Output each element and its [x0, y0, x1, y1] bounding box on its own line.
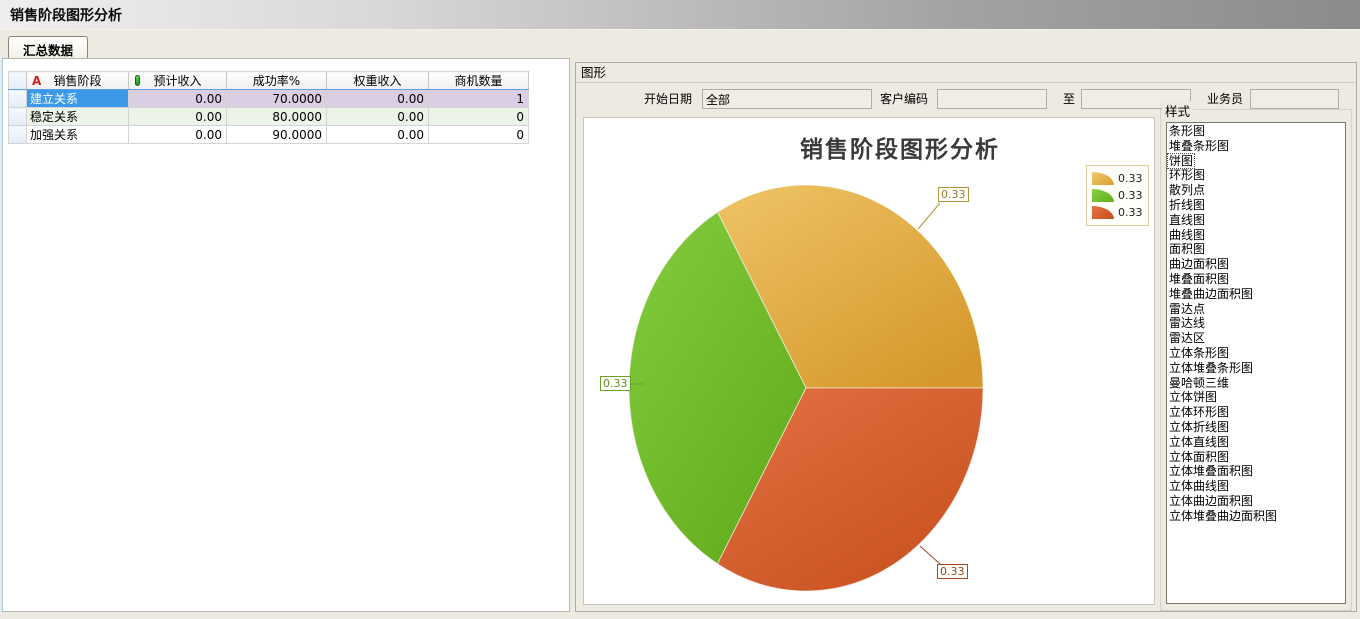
- legend-entry: 0.33: [1092, 204, 1143, 221]
- row-selector-header: [9, 72, 27, 90]
- row-selector-cell[interactable]: [9, 126, 27, 144]
- callout-line-red: [920, 546, 940, 564]
- style-option[interactable]: 曲线图: [1168, 228, 1345, 243]
- column-header-expected-income[interactable]: 预计收入: [129, 72, 227, 90]
- red-a-icon: A: [32, 74, 41, 88]
- cell-weighted-income[interactable]: 0.00: [327, 126, 429, 144]
- legend-entry: 0.33: [1092, 170, 1143, 187]
- style-option[interactable]: 堆叠面积图: [1168, 272, 1345, 287]
- style-panel: 样式 条形图 堆叠条形图 饼图 环形图 散列点 折线图 直线图 曲线图 面积图 …: [1160, 109, 1352, 611]
- style-option[interactable]: 立体曲线图: [1168, 479, 1345, 494]
- chart-legend: 0.33 0.33 0.33: [1086, 165, 1149, 226]
- tab-strip: 汇总数据: [0, 30, 1360, 58]
- salesperson-label: 业务员: [1207, 89, 1243, 109]
- callout-line-orange: [918, 203, 940, 229]
- style-option[interactable]: 立体曲边面积图: [1168, 494, 1345, 509]
- column-header-stage[interactable]: A 销售阶段: [27, 72, 129, 90]
- style-option[interactable]: 雷达线: [1168, 316, 1345, 331]
- column-header-weighted-income[interactable]: 权重收入: [327, 72, 429, 90]
- column-header-opportunity-count[interactable]: 商机数量: [429, 72, 529, 90]
- style-option[interactable]: 面积图: [1168, 242, 1345, 257]
- start-date-label: 开始日期: [644, 89, 692, 109]
- cell-success-rate[interactable]: 70.0000: [227, 90, 327, 108]
- style-option[interactable]: 直线图: [1168, 213, 1345, 228]
- customer-code-input[interactable]: [937, 89, 1047, 109]
- window-title-bar: 销售阶段图形分析: [0, 0, 1360, 30]
- start-date-input[interactable]: [702, 89, 872, 109]
- style-option[interactable]: 立体直线图: [1168, 435, 1345, 450]
- style-option[interactable]: 雷达点: [1168, 302, 1345, 317]
- table-row[interactable]: 稳定关系 0.00 80.0000 0.00 0: [9, 108, 529, 126]
- cell-stage[interactable]: 稳定关系: [27, 108, 129, 126]
- legend-swatch-orange: [1092, 172, 1114, 185]
- style-option[interactable]: 立体堆叠面积图: [1168, 464, 1345, 479]
- style-panel-label: 样式: [1162, 101, 1193, 120]
- data-label-red: 0.33: [937, 564, 968, 579]
- cell-opportunity-count[interactable]: 0: [429, 108, 529, 126]
- cell-opportunity-count[interactable]: 0: [429, 126, 529, 144]
- cell-opportunity-count[interactable]: 1: [429, 90, 529, 108]
- cell-expected-income[interactable]: 0.00: [129, 126, 227, 144]
- style-option[interactable]: 立体堆叠条形图: [1168, 361, 1345, 376]
- row-selector-cell[interactable]: [9, 108, 27, 126]
- cell-weighted-income[interactable]: 0.00: [327, 108, 429, 126]
- style-option[interactable]: 立体条形图: [1168, 346, 1345, 361]
- style-option[interactable]: 立体饼图: [1168, 390, 1345, 405]
- window-title: 销售阶段图形分析: [10, 5, 122, 25]
- style-option-selected[interactable]: 饼图: [1168, 154, 1194, 169]
- cell-stage[interactable]: 加强关系: [27, 126, 129, 144]
- style-option[interactable]: 立体面积图: [1168, 450, 1345, 465]
- green-pill-icon: [135, 75, 140, 86]
- cell-success-rate[interactable]: 80.0000: [227, 108, 327, 126]
- pie-chart: [584, 118, 1154, 604]
- to-label: 至: [1063, 89, 1075, 109]
- style-option[interactable]: 折线图: [1168, 198, 1345, 213]
- cell-weighted-income[interactable]: 0.00: [327, 90, 429, 108]
- table-row[interactable]: 建立关系 0.00 70.0000 0.00 1: [9, 90, 529, 108]
- cell-stage[interactable]: 建立关系: [27, 90, 129, 108]
- salesperson-input[interactable]: [1250, 89, 1339, 109]
- style-option[interactable]: 曲边面积图: [1168, 257, 1345, 272]
- summary-table-panel: A 销售阶段 预计收入 成功率% 权重收入 商机数量 建立关系 0.00 70.…: [2, 58, 570, 612]
- style-option[interactable]: 条形图: [1168, 124, 1345, 139]
- sales-stage-table: A 销售阶段 预计收入 成功率% 权重收入 商机数量 建立关系 0.00 70.…: [8, 71, 529, 144]
- legend-swatch-red: [1092, 206, 1114, 219]
- graph-panel-caption: 图形: [576, 63, 1356, 83]
- legend-entry: 0.33: [1092, 187, 1143, 204]
- cell-expected-income[interactable]: 0.00: [129, 108, 227, 126]
- style-option[interactable]: 曼哈顿三维: [1168, 376, 1345, 391]
- row-selector-cell[interactable]: [9, 90, 27, 108]
- style-option[interactable]: 立体折线图: [1168, 420, 1345, 435]
- data-label-orange: 0.33: [938, 187, 969, 202]
- legend-swatch-green: [1092, 189, 1114, 202]
- table-row[interactable]: 加强关系 0.00 90.0000 0.00 0: [9, 126, 529, 144]
- style-option[interactable]: 散列点: [1168, 183, 1345, 198]
- style-option[interactable]: 堆叠条形图: [1168, 139, 1345, 154]
- style-option[interactable]: 环形图: [1168, 168, 1345, 183]
- style-option[interactable]: 雷达区: [1168, 331, 1345, 346]
- table-header-row: A 销售阶段 预计收入 成功率% 权重收入 商机数量: [9, 72, 529, 90]
- customer-code-label: 客户编码: [880, 89, 928, 109]
- tab-summary-data[interactable]: 汇总数据: [8, 36, 88, 58]
- cell-expected-income[interactable]: 0.00: [129, 90, 227, 108]
- style-list: 条形图 堆叠条形图 饼图 环形图 散列点 折线图 直线图 曲线图 面积图 曲边面…: [1166, 122, 1346, 604]
- graph-panel: 图形 开始日期 客户编码 至 业务员: [575, 62, 1357, 612]
- column-header-success-rate[interactable]: 成功率%: [227, 72, 327, 90]
- cell-success-rate[interactable]: 90.0000: [227, 126, 327, 144]
- chart-title: 销售阶段图形分析: [624, 130, 1176, 164]
- style-option[interactable]: 立体堆叠曲边面积图: [1168, 509, 1345, 524]
- style-option[interactable]: 堆叠曲边面积图: [1168, 287, 1345, 302]
- style-option[interactable]: 立体环形图: [1168, 405, 1345, 420]
- chart-area: 销售阶段图形分析 0.33 0.33 0.33 0.33 0.33 0.33: [583, 117, 1155, 605]
- data-label-green: 0.33: [600, 376, 631, 391]
